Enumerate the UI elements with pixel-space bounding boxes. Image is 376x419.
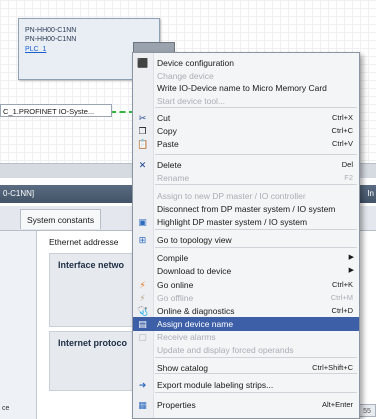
menu-item-write-io-device-name-to-micro-memory-card[interactable]: Write IO-Device name to Micro Memory Car… (133, 81, 359, 95)
menu-item-label: Update and display forced operands (157, 345, 294, 355)
menu-separator (155, 247, 357, 248)
menu-item-device-configuration[interactable]: ⬛ Device configuration (133, 56, 359, 70)
menu-item-label: Disconnect from DP master system / IO sy… (157, 204, 336, 214)
menu-item-update-and-display-forced-operands[interactable]: Update and display forced operands (133, 343, 359, 357)
assign-name-icon: ▤ (138, 319, 147, 329)
subnet-label[interactable]: C_1.PROFINET IO-Syste... (0, 104, 112, 117)
menu-item-rename[interactable]: Rename F2 (133, 171, 359, 185)
ethernet-addresses-label[interactable]: Ethernet addresse (49, 237, 118, 247)
menu-item-label: Rename (157, 173, 190, 183)
diagnostics-icon: 🩺 (137, 306, 149, 316)
menu-item-shortcut: Ctrl+K (331, 280, 353, 289)
menu-item-label: Export module labeling strips... (157, 380, 274, 390)
menu-item-shortcut: Ctrl+M (330, 293, 353, 302)
menu-separator (155, 154, 357, 155)
alarm-icon: ▢ (138, 332, 147, 342)
export-icon: ➜ (138, 380, 147, 390)
internet-protocol-title: Internet protoco (58, 338, 127, 348)
interface-networked-title: Interface netwo (58, 260, 125, 270)
properties-icon: ▦ (138, 400, 147, 410)
menu-item-highlight-dp-master-system-io-system[interactable]: ▣ Highlight DP master system / IO system (133, 215, 359, 229)
topology-icon: ⊞ (138, 235, 147, 245)
menu-separator (155, 392, 357, 393)
menu-item-disconnect-from-dp-master-system-io-system[interactable]: Disconnect from DP master system / IO sy… (133, 202, 359, 216)
menu-item-shortcut: Ctrl+V (331, 139, 353, 148)
status-text: ce (2, 405, 10, 412)
menu-item-label: Highlight DP master system / IO system (157, 217, 308, 227)
menu-item-online-diagnostics[interactable]: 🩺 Online & diagnostics Ctrl+D (133, 304, 359, 318)
device-name-line1: PN-HH00-C1NN (25, 27, 77, 34)
menu-item-label: Go to topology view (157, 235, 232, 245)
menu-separator (155, 357, 357, 358)
context-menu: ⬛ Device configuration Change device Write … (132, 52, 360, 419)
menu-item-label: Paste (157, 139, 179, 149)
menu-item-label: Write IO-Device name to Micro Memory Car… (157, 83, 327, 93)
menu-separator (155, 373, 357, 374)
menu-separator (155, 107, 357, 108)
menu-item-start-device-tool[interactable]: Start device tool... (133, 94, 359, 108)
menu-item-shortcut: Ctrl+C (331, 126, 353, 135)
tab-system-constants[interactable]: System constants (20, 209, 102, 229)
menu-item-label: Device configuration (157, 58, 235, 68)
menu-item-label: Cut (157, 113, 171, 123)
device-config-icon: ⬛ (137, 58, 149, 68)
menu-item-label: Copy (157, 126, 177, 136)
menu-item-export-module-labeling-strips[interactable]: ➜ Export module labeling strips... (133, 378, 359, 392)
menu-separator (155, 184, 357, 185)
menu-item-label: Go online (157, 280, 194, 290)
cut-icon: ✂ (138, 113, 147, 123)
highlight-icon: ▣ (138, 217, 147, 227)
menu-item-receive-alarms[interactable]: ▢ Receive alarms (133, 330, 359, 344)
delete-icon: ✕ (138, 160, 147, 170)
menu-item-label: Assign to new DP master / IO controller (157, 191, 306, 201)
menu-item-shortcut: Del (341, 160, 353, 169)
menu-item-label: Go offline (157, 293, 194, 303)
menu-item-properties[interactable]: ▦ Properties Alt+Enter (133, 398, 359, 412)
menu-item-cut[interactable]: ✂ Cut Ctrl+X (133, 111, 359, 125)
menu-item-go-online[interactable]: ⚡ Go online Ctrl+K (133, 278, 359, 292)
menu-item-label: Start device tool... (157, 96, 226, 106)
menu-item-download-to-device[interactable]: Download to device ▶ (133, 264, 359, 278)
menu-item-delete[interactable]: ✕ Delete Del (133, 158, 359, 172)
go-online-icon: ⚡ (139, 280, 146, 290)
menu-item-assign-device-name[interactable]: ▤ Assign device name (133, 317, 359, 331)
properties-header-right[interactable]: In (367, 185, 374, 203)
menu-item-label: Assign device name (157, 319, 234, 329)
menu-item-label: Delete (157, 160, 182, 170)
menu-item-label: Receive alarms (157, 332, 216, 342)
menu-item-assign-to-new-dp-master-io-controller[interactable]: Assign to new DP master / IO controller (133, 189, 359, 203)
menu-item-label: Download to device (157, 266, 232, 276)
menu-item-label: Properties (157, 400, 196, 410)
go-offline-icon: ⚡ (139, 293, 146, 303)
menu-separator (155, 229, 357, 230)
submenu-arrow-icon: ▶ (348, 254, 354, 261)
menu-item-compile[interactable]: Compile ▶ (133, 251, 359, 265)
menu-item-shortcut: Ctrl+D (331, 306, 353, 315)
plc-link[interactable]: PLC_1 (25, 46, 46, 53)
menu-item-label: Compile (157, 253, 189, 263)
menu-item-go-offline[interactable]: ⚡ Go offline Ctrl+M (133, 291, 359, 305)
menu-item-paste[interactable]: 📋 Paste Ctrl+V (133, 137, 359, 151)
paste-icon: 📋 (137, 139, 149, 149)
menu-item-go-to-topology-view[interactable]: ⊞ Go to topology view (133, 233, 359, 247)
menu-item-shortcut: Alt+Enter (321, 400, 353, 409)
menu-item-shortcut: Ctrl+X (331, 113, 353, 122)
properties-title: 0-C1NN] (3, 189, 35, 198)
properties-navigation-strip[interactable] (0, 231, 37, 419)
menu-item-shortcut: F2 (344, 173, 353, 182)
copy-icon: ❐ (138, 126, 147, 136)
menu-item-copy[interactable]: ❐ Copy Ctrl+C (133, 124, 359, 138)
zoom-indicator[interactable]: 55 (358, 404, 376, 417)
menu-item-label: Online & diagnostics (157, 306, 235, 316)
device-name-line2: PN-HH00-C1NN (25, 36, 77, 43)
submenu-arrow-icon: ▶ (348, 267, 354, 274)
